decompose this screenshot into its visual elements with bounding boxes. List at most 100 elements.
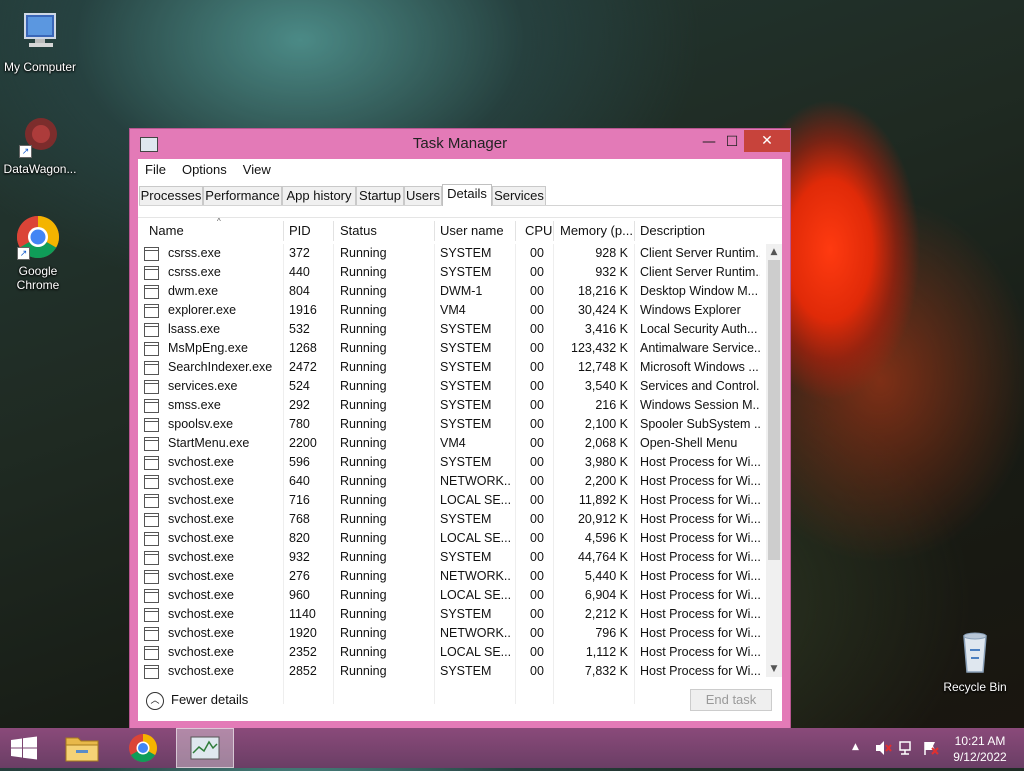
cell-desc: Windows Explorer [640,303,741,317]
tab-app-history[interactable]: App history [282,186,356,205]
process-icon [144,361,159,375]
table-row[interactable]: svchost.exe 820 Running LOCAL SE... 00 4,596 … [138,529,762,548]
cell-status: Running [340,664,387,678]
cell-name: svchost.exe [168,607,235,621]
column-header-user-name[interactable]: User name [440,218,520,244]
start-icon [11,736,37,760]
table-row[interactable]: svchost.exe 932 Running SYSTEM 00 44,764 K Hos… [138,548,762,567]
column-header-name[interactable]: ^ Name [149,218,279,244]
cell-status: Running [340,379,387,393]
table-row[interactable]: StartMenu.exe 2200 Running VM4 00 2,068 K Open… [138,434,762,453]
cell-status: Running [340,436,387,450]
table-row[interactable]: svchost.exe 960 Running LOCAL SE... 00 6,904 … [138,586,762,605]
tab-processes[interactable]: Processes [139,186,203,205]
taskbar-file-explorer[interactable] [56,728,108,768]
table-row[interactable]: svchost.exe 640 Running NETWORK... 00 2,200 K… [138,472,762,491]
column-header-status[interactable]: Status [340,218,430,244]
process-icon [144,380,159,394]
cell-name: spoolsv.exe [168,417,234,431]
taskbar-clock[interactable]: 10:21 AM 9/12/2022 [938,733,1022,765]
show-hidden-icons-icon[interactable]: ▲ [852,742,859,752]
desktop-icon-label: Recycle Bin [943,680,1007,694]
process-icon [144,456,159,470]
process-icon [144,494,159,508]
table-row[interactable]: services.exe 524 Running SYSTEM 00 3,540 K Ser… [138,377,762,396]
cell-cpu: 00 [530,474,544,488]
table-row[interactable]: csrss.exe 440 Running SYSTEM 00 932 K Client S… [138,263,762,282]
cell-pid: 596 [289,455,310,469]
process-icon [144,418,159,432]
table-row[interactable]: SearchIndexer.exe 2472 Running SYSTEM 00 12,7… [138,358,762,377]
table-row[interactable]: csrss.exe 372 Running SYSTEM 00 928 K Client S… [138,244,762,263]
close-button[interactable]: ✕ [744,130,790,152]
cell-mem: 1,112 K [585,645,628,659]
cell-desc: Local Security Auth... [640,322,758,336]
cell-status: Running [340,474,387,488]
table-row[interactable]: smss.exe 292 Running SYSTEM 00 216 K Windows S… [138,396,762,415]
process-icon [144,646,159,660]
taskbar: ▲ 10:21 AM 9/12/2022 [0,728,1024,768]
menu-options[interactable]: Options [174,159,235,181]
table-row[interactable]: svchost.exe 276 Running NETWORK... 00 5,440 K… [138,567,762,586]
process-icon [144,399,159,413]
table-row[interactable]: svchost.exe 768 Running SYSTEM 00 20,912 K Hos… [138,510,762,529]
menu-view[interactable]: View [235,159,279,181]
cell-pid: 1140 [289,607,316,621]
cell-cpu: 00 [530,341,544,355]
scroll-up-icon[interactable]: ▲ [766,244,782,260]
fewer-details-button[interactable]: ︿ Fewer details [146,690,248,710]
desktop-icon-google-chrome[interactable]: ↗ Google Chrome [0,214,78,292]
column-header-pid[interactable]: PID [289,218,329,244]
cell-cpu: 00 [530,417,544,431]
cell-name: svchost.exe [168,645,235,659]
table-row[interactable]: dwm.exe 804 Running DWM-1 00 18,216 K Desktop … [138,282,762,301]
table-row[interactable]: spoolsv.exe 780 Running SYSTEM 00 2,100 K Spoo… [138,415,762,434]
cell-name: smss.exe [168,398,221,412]
table-row[interactable]: svchost.exe 716 Running LOCAL SE... 00 11,892… [138,491,762,510]
column-header-cpu[interactable]: CPU [525,218,555,244]
scrollbar-thumb[interactable] [768,260,780,560]
desktop-icon-my-computer[interactable]: My Computer [0,10,80,74]
tab-details[interactable]: Details [442,184,492,206]
tab-startup[interactable]: Startup [356,186,404,205]
network-icon[interactable] [898,740,916,756]
table-row[interactable]: svchost.exe 1140 Running SYSTEM 00 2,212 K Hos… [138,605,762,624]
vertical-scrollbar[interactable]: ▲ ▼ [766,244,782,677]
table-row[interactable]: svchost.exe 2352 Running LOCAL SE... 00 1,112… [138,643,762,662]
tab-services[interactable]: Services [492,186,546,205]
tab-users[interactable]: Users [404,186,442,205]
tab-performance[interactable]: Performance [203,186,282,205]
table-row[interactable]: explorer.exe 1916 Running VM4 00 30,424 K Wind… [138,301,762,320]
cell-status: Running [340,246,387,260]
chrome-icon [129,734,157,762]
taskbar-chrome[interactable] [118,728,168,768]
table-row[interactable]: svchost.exe 596 Running SYSTEM 00 3,980 K Host… [138,453,762,472]
start-button[interactable] [0,728,48,768]
cell-user: SYSTEM [440,265,492,279]
cell-user: SYSTEM [440,398,492,412]
desktop-icon-recycle-bin[interactable]: Recycle Bin [935,630,1015,694]
menu-file[interactable]: File [138,159,174,181]
cell-user: SYSTEM [440,607,492,621]
cell-name: SearchIndexer.exe [168,360,273,374]
desktop-icon-datawagon[interactable]: ↗ DataWagon... [0,112,80,176]
table-row[interactable]: MsMpEng.exe 1268 Running SYSTEM 00 123,432 K A… [138,339,762,358]
column-header-memory[interactable]: Memory (p... [560,218,635,244]
cell-status: Running [340,493,387,507]
table-row[interactable]: svchost.exe 2852 Running SYSTEM 00 7,832 K Hos… [138,662,762,681]
end-task-button[interactable]: End task [690,689,772,711]
table-row[interactable]: lsass.exe 532 Running SYSTEM 00 3,416 K Local … [138,320,762,339]
cell-name: MsMpEng.exe [168,341,248,355]
maximize-button[interactable]: ☐ [718,131,746,153]
cell-status: Running [340,303,387,317]
taskbar-task-manager[interactable] [176,728,234,768]
scroll-down-icon[interactable]: ▼ [766,661,782,677]
cell-cpu: 00 [530,322,544,336]
column-header-description[interactable]: Description [640,218,760,244]
cell-pid: 804 [289,284,310,298]
cell-cpu: 00 [530,607,544,621]
table-row[interactable]: svchost.exe 1920 Running NETWORK... 00 796 K H… [138,624,762,643]
volume-muted-icon[interactable] [874,740,892,756]
cell-user: LOCAL SE... [440,645,512,659]
title-bar[interactable]: Task Manager — ☐ ✕ [130,129,790,159]
